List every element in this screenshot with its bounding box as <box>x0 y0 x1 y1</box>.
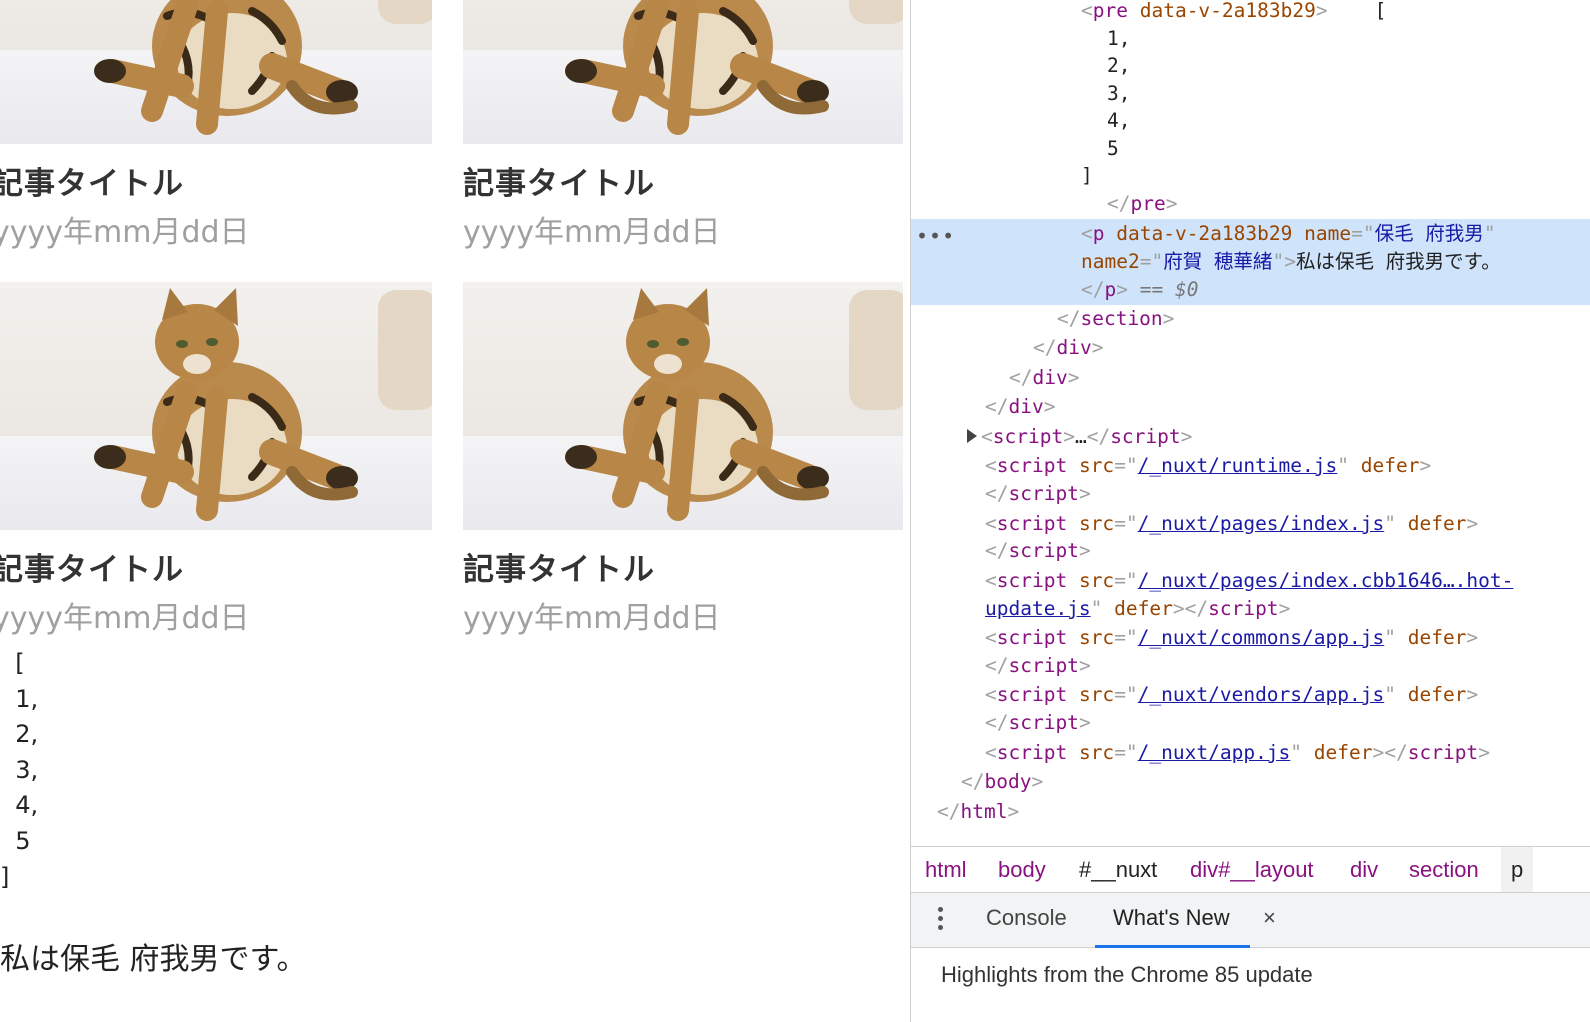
text-node[interactable]: 4, <box>1107 106 1130 135</box>
devtools-panel: ••• <pre data-v-2a183b29> [ 1, 2, 3, 4, … <box>910 0 1590 1022</box>
article-image <box>0 0 432 144</box>
article-title[interactable]: 記事タイトル <box>463 158 655 203</box>
tab-console[interactable]: Console <box>986 893 1067 948</box>
article-title[interactable]: 記事タイトル <box>463 544 655 589</box>
article-image <box>0 282 432 530</box>
whats-new-headline: Highlights from the Chrome 85 update <box>941 962 1313 987</box>
script-src-link[interactable]: /_nuxt/runtime.js <box>1138 454 1338 477</box>
breadcrumb-html[interactable]: html <box>925 847 967 892</box>
node-actions-menu[interactable]: ••• <box>916 224 955 248</box>
drawer-tabbar: Console What's New × <box>911 892 1590 948</box>
pre-output: [ 1, 2, 3, 4, 5 ] <box>0 646 38 895</box>
expand-triangle-icon[interactable] <box>967 428 977 443</box>
text-node[interactable]: ] <box>1081 161 1093 190</box>
node-div-close[interactable]: </div> <box>985 392 1055 421</box>
paragraph-output: 私は保毛 府我男です。 <box>0 942 307 977</box>
article-date: yyyy年mm月dd日 <box>463 601 721 636</box>
text-node[interactable]: 1, <box>1107 24 1130 53</box>
node-script[interactable]: <script src="/_nuxt/vendors/app.js" defe… <box>985 680 1478 709</box>
breadcrumb-body[interactable]: body <box>998 847 1046 892</box>
breadcrumb-layout[interactable]: div#__layout <box>1190 847 1314 892</box>
node-script-collapsed[interactable]: <script>…</script> <box>967 422 1192 451</box>
close-icon[interactable]: × <box>1263 893 1276 943</box>
article-date: yyyy年mm月dd日 <box>463 215 721 250</box>
article-image <box>463 282 903 530</box>
node-pre-close[interactable]: </pre> <box>1107 189 1177 218</box>
pre-line: 2, <box>0 720 39 749</box>
node-script-cont[interactable]: update.js" defer></script> <box>985 594 1290 623</box>
node-body-close[interactable]: </body> <box>961 767 1043 796</box>
tab-whats-new[interactable]: What's New <box>1095 893 1250 948</box>
breadcrumb-p[interactable]: p <box>1501 847 1534 892</box>
breadcrumb: html body #__nuxt div#__layout div secti… <box>911 846 1590 892</box>
pre-line: 3, <box>0 755 39 784</box>
pre-line: 5 <box>0 826 31 855</box>
node-script-close[interactable]: </script> <box>985 651 1091 680</box>
whats-new-panel: Highlights from the Chrome 85 update <box>911 948 1590 1022</box>
script-src-link[interactable]: /_nuxt/pages/index.js <box>1138 512 1385 535</box>
article-date: yyyy年mm月dd日 <box>0 215 250 250</box>
article-image <box>463 0 903 144</box>
node-html-close[interactable]: </html> <box>937 797 1019 826</box>
text-node[interactable]: 5 <box>1107 134 1119 163</box>
node-p-close[interactable]: </p> == $0 <box>1081 275 1198 304</box>
node-script[interactable]: <script src="/_nuxt/pages/index.cbb1646…… <box>985 566 1513 595</box>
breadcrumb-div[interactable]: div <box>1350 847 1378 892</box>
page-viewport: 記事タイトル yyyy年mm月dd日 記事タイトル yyyy年mm月dd日 記事… <box>0 0 910 1022</box>
article-title[interactable]: 記事タイトル <box>0 158 184 203</box>
more-vert-icon[interactable] <box>935 905 945 935</box>
text-node[interactable]: 2, <box>1107 51 1130 80</box>
node-script[interactable]: <script src="/_nuxt/pages/index.js" defe… <box>985 509 1478 538</box>
node-div-close[interactable]: </div> <box>1033 333 1103 362</box>
pre-line: 4, <box>0 791 39 820</box>
script-src-link[interactable]: /_nuxt/pages/index.cbb1646….hot- <box>1138 569 1514 592</box>
script-src-link[interactable]: /_nuxt/vendors/app.js <box>1138 683 1385 706</box>
article-title[interactable]: 記事タイトル <box>0 544 184 589</box>
article-date: yyyy年mm月dd日 <box>0 601 250 636</box>
text-node[interactable]: 3, <box>1107 79 1130 108</box>
breadcrumb-section[interactable]: section <box>1409 847 1479 892</box>
node-section-close[interactable]: </section> <box>1057 304 1174 333</box>
script-src-link[interactable]: update.js <box>985 597 1091 620</box>
node-script[interactable]: <script src="/_nuxt/commons/app.js" defe… <box>985 623 1478 652</box>
node-p-selected-cont[interactable]: name2="府賀 穂華緒">私は保毛 府我男です。 <box>1081 247 1501 276</box>
node-script-close[interactable]: </script> <box>985 708 1091 737</box>
node-script-close[interactable]: </script> <box>985 536 1091 565</box>
node-script[interactable]: <script src="/_nuxt/app.js" defer></scri… <box>985 738 1490 767</box>
node-div-close[interactable]: </div> <box>1009 363 1079 392</box>
pre-line: 1, <box>0 684 39 713</box>
elements-tree[interactable]: ••• <pre data-v-2a183b29> [ 1, 2, 3, 4, … <box>911 0 1590 846</box>
script-src-link[interactable]: /_nuxt/app.js <box>1138 741 1291 764</box>
pre-line: ] <box>0 862 10 891</box>
script-src-link[interactable]: /_nuxt/commons/app.js <box>1138 626 1385 649</box>
node-script-close[interactable]: </script> <box>985 479 1091 508</box>
node-script[interactable]: <script src="/_nuxt/runtime.js" defer> <box>985 451 1431 480</box>
pre-line: [ <box>0 649 25 677</box>
breadcrumb-nuxt[interactable]: #__nuxt <box>1079 847 1157 892</box>
node-p-selected[interactable]: <p data-v-2a183b29 name="保毛 府我男" <box>1081 219 1496 248</box>
node-pre-open[interactable]: <pre data-v-2a183b29> [ <box>1081 0 1386 25</box>
